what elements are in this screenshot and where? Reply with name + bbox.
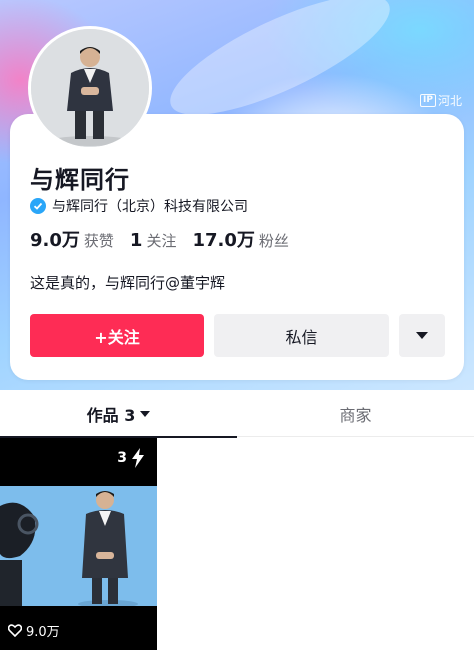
stat-label: 关注 [146,232,177,250]
tab-shop-label: 商家 [339,405,372,425]
video-likes-count: 9.0万 [26,625,60,640]
stat-value: 9.0万 [30,230,80,251]
caret-down-icon [416,332,428,339]
profile-stats: 9.0万 获赞 1 关注 17.0万 粉丝 [30,226,305,252]
verification-row: 与辉同行（北京）科技有限公司 [30,196,248,216]
caret-down-icon [140,410,151,417]
stat-label: 获赞 [83,232,114,250]
verified-check-icon [30,198,46,214]
lightning-icon [132,448,144,468]
stat-following[interactable]: 1 关注 [130,230,177,251]
tab-works[interactable]: 作品 3 [0,390,237,438]
avatar[interactable] [28,26,152,150]
stat-likes: 9.0万 获赞 [30,226,114,252]
verified-company: 与辉同行（北京）科技有限公司 [52,199,248,215]
heart-icon [8,624,22,637]
more-options-button[interactable] [399,314,445,357]
profile-name: 与辉同行 [30,166,130,194]
follow-button[interactable]: +关注 [30,314,204,357]
tab-shop[interactable]: 商家 [237,390,474,437]
stat-value: 17.0万 [192,230,255,251]
stat-label: 粉丝 [258,232,289,250]
video-scene-image [0,486,157,606]
ip-badge: IP [420,94,436,107]
tab-works-label: 作品 3 [86,405,136,425]
profile-bio: 这是真的，与辉同行@董宇辉 [30,274,226,292]
video-count-badge: 3 [117,448,145,468]
video-likes: 9.0万 [8,621,60,640]
stat-value: 1 [129,230,143,251]
video-thumbnail[interactable]: 3 9.0万 [0,438,157,650]
ip-location-text: 河北 [437,94,462,108]
stat-followers[interactable]: 17.0万 粉丝 [192,226,288,252]
avatar-person-image [31,29,149,147]
message-button[interactable]: 私信 [214,314,389,357]
ip-location: IP 河北 [420,92,462,109]
video-count: 3 [117,450,127,466]
profile-tabs: 作品 3 商家 [0,390,474,438]
